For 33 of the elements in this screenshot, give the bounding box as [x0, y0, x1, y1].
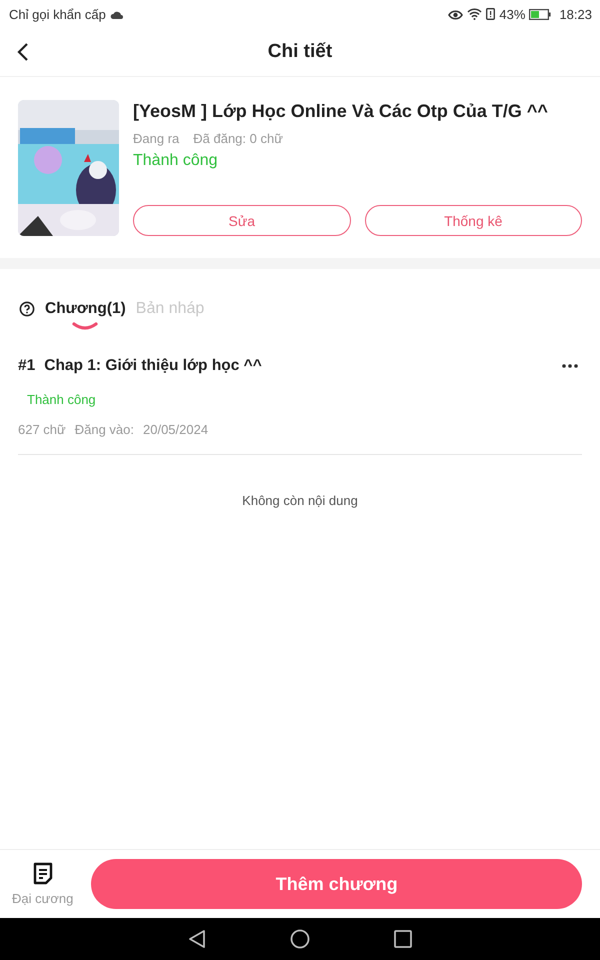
chapter-number: #1 [18, 357, 36, 375]
review-status: Thành công [133, 152, 219, 170]
carrier-text: Chỉ gọi khẩn cấp [9, 6, 106, 22]
wifi-icon [467, 8, 482, 20]
more-button[interactable] [562, 364, 578, 368]
edit-button[interactable]: Sửa [133, 205, 350, 236]
cloud-icon [110, 10, 123, 18]
publish-status: Đang ra [133, 131, 180, 146]
chapter-tab[interactable]: Chương(1) [45, 297, 126, 331]
recents-icon[interactable] [394, 930, 412, 948]
end-note: Không còn nội dung [242, 493, 358, 510]
page-title: Chi tiết [268, 41, 332, 63]
battery-icon [529, 8, 552, 20]
home-icon[interactable] [290, 929, 310, 949]
help-icon[interactable] [19, 301, 35, 317]
outline-button[interactable]: Đại cương [12, 862, 74, 906]
date-label: Đăng vào: [74, 422, 134, 437]
more-icon [562, 364, 578, 368]
review-status: Thành công [27, 392, 96, 407]
back-icon[interactable] [188, 929, 206, 949]
chapter-title[interactable]: Chap 1: Giới thiệu lớp học ^^ [44, 357, 262, 375]
book-title: [YeosM ] Lớp Học Online Và Các Otp Của T/G ^^ [133, 101, 549, 122]
publish-date: 20/05/2024 [143, 422, 208, 437]
stats-button[interactable]: Thống kê [364, 205, 582, 236]
eye-icon [448, 8, 464, 20]
battery-percent: 43% [499, 6, 526, 22]
note-icon [32, 862, 54, 885]
add-chapter-button[interactable]: Thêm chương [91, 859, 582, 909]
sim-alert-icon [486, 8, 496, 20]
word-count: 627 chữ [18, 422, 66, 437]
tab-indicator [72, 322, 98, 330]
clock-time: 18:23 [559, 6, 592, 22]
word-count: Đã đăng: 0 chữ [193, 131, 283, 146]
